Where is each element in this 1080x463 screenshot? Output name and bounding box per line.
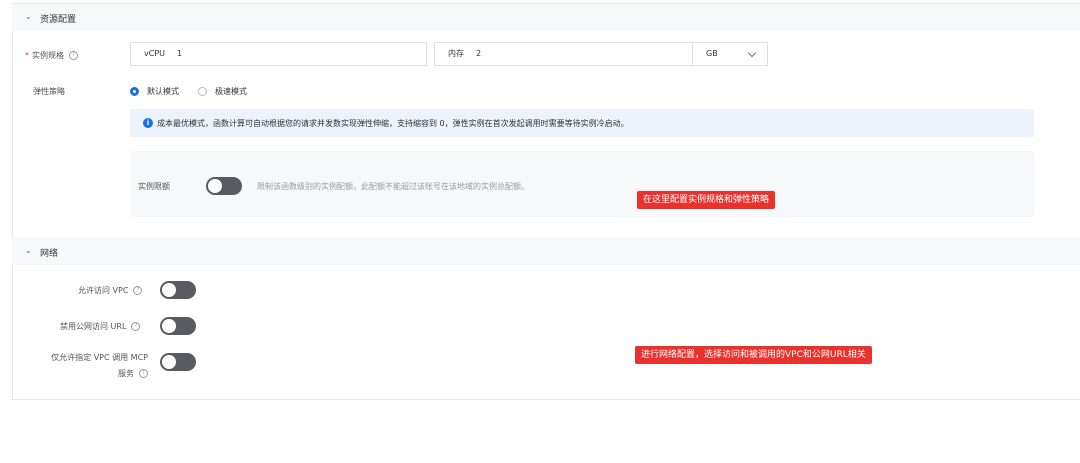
memory-prefix: 内存 xyxy=(448,49,464,58)
allow-vpc-label-text: 允许访问 VPC xyxy=(78,286,129,295)
required-mark: * xyxy=(25,51,29,60)
vcpu-input[interactable]: vCPU 1 xyxy=(130,42,427,66)
memory-unit-value: GB xyxy=(706,49,718,58)
resource-callout: 在这里配置实例规格和弹性策略 xyxy=(637,191,776,209)
chevron-down-icon: ⌄ xyxy=(25,246,32,255)
help-icon[interactable]: ? xyxy=(139,369,148,378)
toggle-knob xyxy=(162,355,176,369)
network-section-title: 网络 xyxy=(40,249,59,259)
toggle-knob xyxy=(162,283,176,297)
vcpu-prefix: vCPU xyxy=(144,49,165,58)
memory-unit-select[interactable]: GB xyxy=(692,42,768,66)
chevron-down-icon: ⌄ xyxy=(25,12,32,21)
memory-value: 2 xyxy=(476,49,482,58)
instance-spec-label: * 实例规格? xyxy=(25,50,78,61)
radio-unselected-icon xyxy=(198,87,207,96)
allow-vpc-toggle[interactable] xyxy=(160,281,196,299)
radio-selected-icon xyxy=(130,87,139,96)
info-banner: i 成本最优模式，函数计算可自动根据您的请求并发数实现弹性伸缩，支持缩容到 0，… xyxy=(130,109,1034,137)
mcp-vpc-label-line2: 服务 xyxy=(118,369,134,378)
mcp-vpc-toggle[interactable] xyxy=(160,353,196,371)
mcp-vpc-label: 仅允许指定 VPC 调用 MCP 服务? xyxy=(40,352,148,379)
vcpu-value: 1 xyxy=(177,49,183,58)
disable-public-url-label: 禁用公网访问 URL? xyxy=(60,321,141,332)
help-icon[interactable]: ? xyxy=(131,322,141,331)
help-icon[interactable]: ? xyxy=(69,51,78,60)
memory-input[interactable]: 内存 2 xyxy=(434,42,693,66)
elastic-strategy-label: 弹性策略 xyxy=(33,87,65,96)
toggle-knob xyxy=(162,319,176,333)
radio-fast-mode[interactable]: 极速模式 xyxy=(198,86,247,97)
instance-quota-toggle[interactable] xyxy=(206,177,242,195)
radio-default-mode[interactable]: 默认模式 xyxy=(130,86,179,97)
network-section-header[interactable]: ⌄ 网络 xyxy=(12,238,1080,265)
instance-spec-label-text: 实例规格 xyxy=(32,51,64,60)
allow-vpc-label: 允许访问 VPC? xyxy=(78,285,143,296)
resource-section-header[interactable]: ⌄ 资源配置 xyxy=(12,4,1080,31)
toggle-knob xyxy=(208,179,222,193)
info-text: 成本最优模式，函数计算可自动根据您的请求并发数实现弹性伸缩，支持缩容到 0，弹性… xyxy=(157,119,629,128)
network-callout: 进行网络配置，选择访问和被调用的VPC和公网URL相关 xyxy=(635,346,872,364)
resource-section-title: 资源配置 xyxy=(40,15,77,25)
instance-quota-label: 实例限额 xyxy=(138,182,170,191)
radio-fast-mode-label: 极速模式 xyxy=(215,87,247,96)
chevron-down-icon xyxy=(747,48,757,58)
mcp-vpc-label-line1: 仅允许指定 VPC 调用 MCP xyxy=(51,353,148,362)
radio-default-mode-label: 默认模式 xyxy=(147,87,179,96)
disable-public-url-label-text: 禁用公网访问 URL xyxy=(60,322,127,331)
help-icon[interactable]: ? xyxy=(133,286,143,295)
info-icon: i xyxy=(143,118,153,128)
disable-public-url-toggle[interactable] xyxy=(160,317,196,335)
instance-quota-hint: 限制该函数级别的实例配额，此配额不能超过该账号在该地域的实例总配额。 xyxy=(257,182,529,191)
